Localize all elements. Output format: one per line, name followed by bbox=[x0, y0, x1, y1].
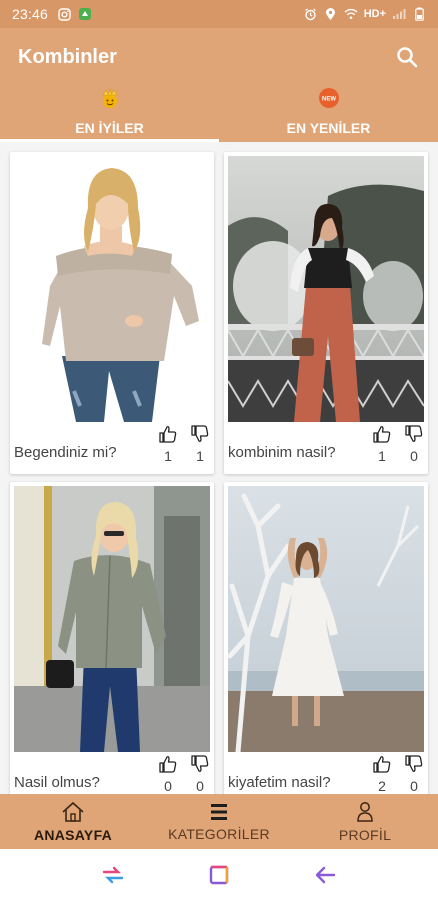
woman-rust-trousers-photo bbox=[228, 156, 424, 422]
thumbs-up-icon[interactable] bbox=[372, 424, 392, 444]
like-count: 1 bbox=[378, 448, 386, 464]
outfit-card[interactable]: Nasil olmus? 0 0 bbox=[10, 482, 214, 794]
search-icon bbox=[397, 47, 418, 68]
crown-emoji-icon bbox=[101, 87, 118, 108]
user-icon bbox=[357, 801, 373, 822]
card-caption: Begendiniz mi? bbox=[14, 444, 117, 461]
back-system-button[interactable] bbox=[311, 861, 339, 889]
outfit-card[interactable]: Begendiniz mi? 1 1 bbox=[10, 152, 214, 474]
dislike-count: 0 bbox=[410, 448, 418, 464]
app-title: Kombinler bbox=[18, 45, 117, 68]
battery-icon bbox=[412, 7, 426, 21]
menu-lines-icon bbox=[211, 803, 227, 820]
alarm-icon bbox=[304, 7, 318, 21]
status-bar: 23:46 HD+ bbox=[0, 0, 438, 28]
bottom-navigation: ANASAYFA KATEGORİLER PROFİL bbox=[0, 794, 438, 849]
square-home-icon bbox=[209, 865, 229, 884]
card-caption: kombinim nasil? bbox=[228, 444, 336, 461]
new-badge-icon: NEW bbox=[318, 88, 339, 108]
nav-kategoriler[interactable]: KATEGORİLER bbox=[146, 794, 292, 849]
home-icon bbox=[62, 801, 84, 822]
recent-apps-icon bbox=[102, 866, 124, 883]
nav-anasayfa-label: ANASAYFA bbox=[33, 826, 113, 843]
tab-en-iyiler[interactable]: EN İYİLER bbox=[0, 86, 219, 142]
instagram-icon bbox=[57, 7, 71, 21]
woman-white-dress-photo bbox=[228, 486, 424, 752]
home-system-button[interactable] bbox=[205, 861, 233, 889]
back-arrow-icon bbox=[315, 866, 336, 883]
tab-en-yeniler[interactable]: NEW EN YENİLER bbox=[219, 86, 438, 142]
outfit-grid: Begendiniz mi? 1 1 kombinim nasil? 1 0 N… bbox=[0, 142, 438, 794]
svg-text:NEW: NEW bbox=[322, 97, 336, 103]
dislike-count: 1 bbox=[196, 448, 204, 464]
system-navigation-bar bbox=[0, 849, 438, 900]
thumbs-down-icon[interactable] bbox=[190, 754, 210, 774]
nav-anasayfa[interactable]: ANASAYFA bbox=[0, 794, 146, 849]
like-count: 0 bbox=[164, 778, 172, 794]
woman-beige-sweater-photo bbox=[14, 156, 210, 422]
thumbs-down-icon[interactable] bbox=[404, 424, 424, 444]
status-notification-icons bbox=[57, 7, 92, 21]
like-count: 1 bbox=[164, 448, 172, 464]
card-caption: kiyafetim nasil? bbox=[228, 774, 331, 791]
tab-bar: EN İYİLER NEW EN YENİLER bbox=[0, 86, 438, 142]
tab-en-iyiler-label: EN İYİLER bbox=[75, 120, 144, 136]
woman-grey-shirt-photo bbox=[14, 486, 210, 752]
like-count: 2 bbox=[378, 778, 386, 794]
app-notification-icon bbox=[78, 7, 92, 21]
search-button[interactable] bbox=[394, 44, 420, 70]
thumbs-up-icon[interactable] bbox=[372, 754, 392, 774]
nav-profil-label: PROFİL bbox=[338, 826, 392, 843]
thumbs-up-icon[interactable] bbox=[158, 754, 178, 774]
location-icon bbox=[324, 7, 338, 21]
thumbs-down-icon[interactable] bbox=[190, 424, 210, 444]
card-caption: Nasil olmus? bbox=[14, 774, 100, 791]
signal-icon bbox=[392, 7, 406, 21]
outfit-card[interactable]: kiyafetim nasil? 2 0 bbox=[224, 482, 428, 794]
nav-profil[interactable]: PROFİL bbox=[292, 794, 438, 849]
dislike-count: 0 bbox=[196, 778, 204, 794]
recent-apps-button[interactable] bbox=[99, 861, 127, 889]
outfit-card[interactable]: kombinim nasil? 1 0 bbox=[224, 152, 428, 474]
tab-en-yeniler-label: EN YENİLER bbox=[286, 120, 371, 136]
status-right-icons: HD+ bbox=[304, 7, 426, 21]
dislike-count: 0 bbox=[410, 778, 418, 794]
wifi-icon bbox=[344, 7, 358, 21]
network-type-label: HD+ bbox=[363, 8, 386, 20]
nav-kategoriler-label: KATEGORİLER bbox=[168, 825, 270, 842]
app-bar: Kombinler bbox=[0, 28, 438, 86]
thumbs-down-icon[interactable] bbox=[404, 754, 424, 774]
thumbs-up-icon[interactable] bbox=[158, 424, 178, 444]
status-time: 23:46 bbox=[12, 6, 49, 22]
